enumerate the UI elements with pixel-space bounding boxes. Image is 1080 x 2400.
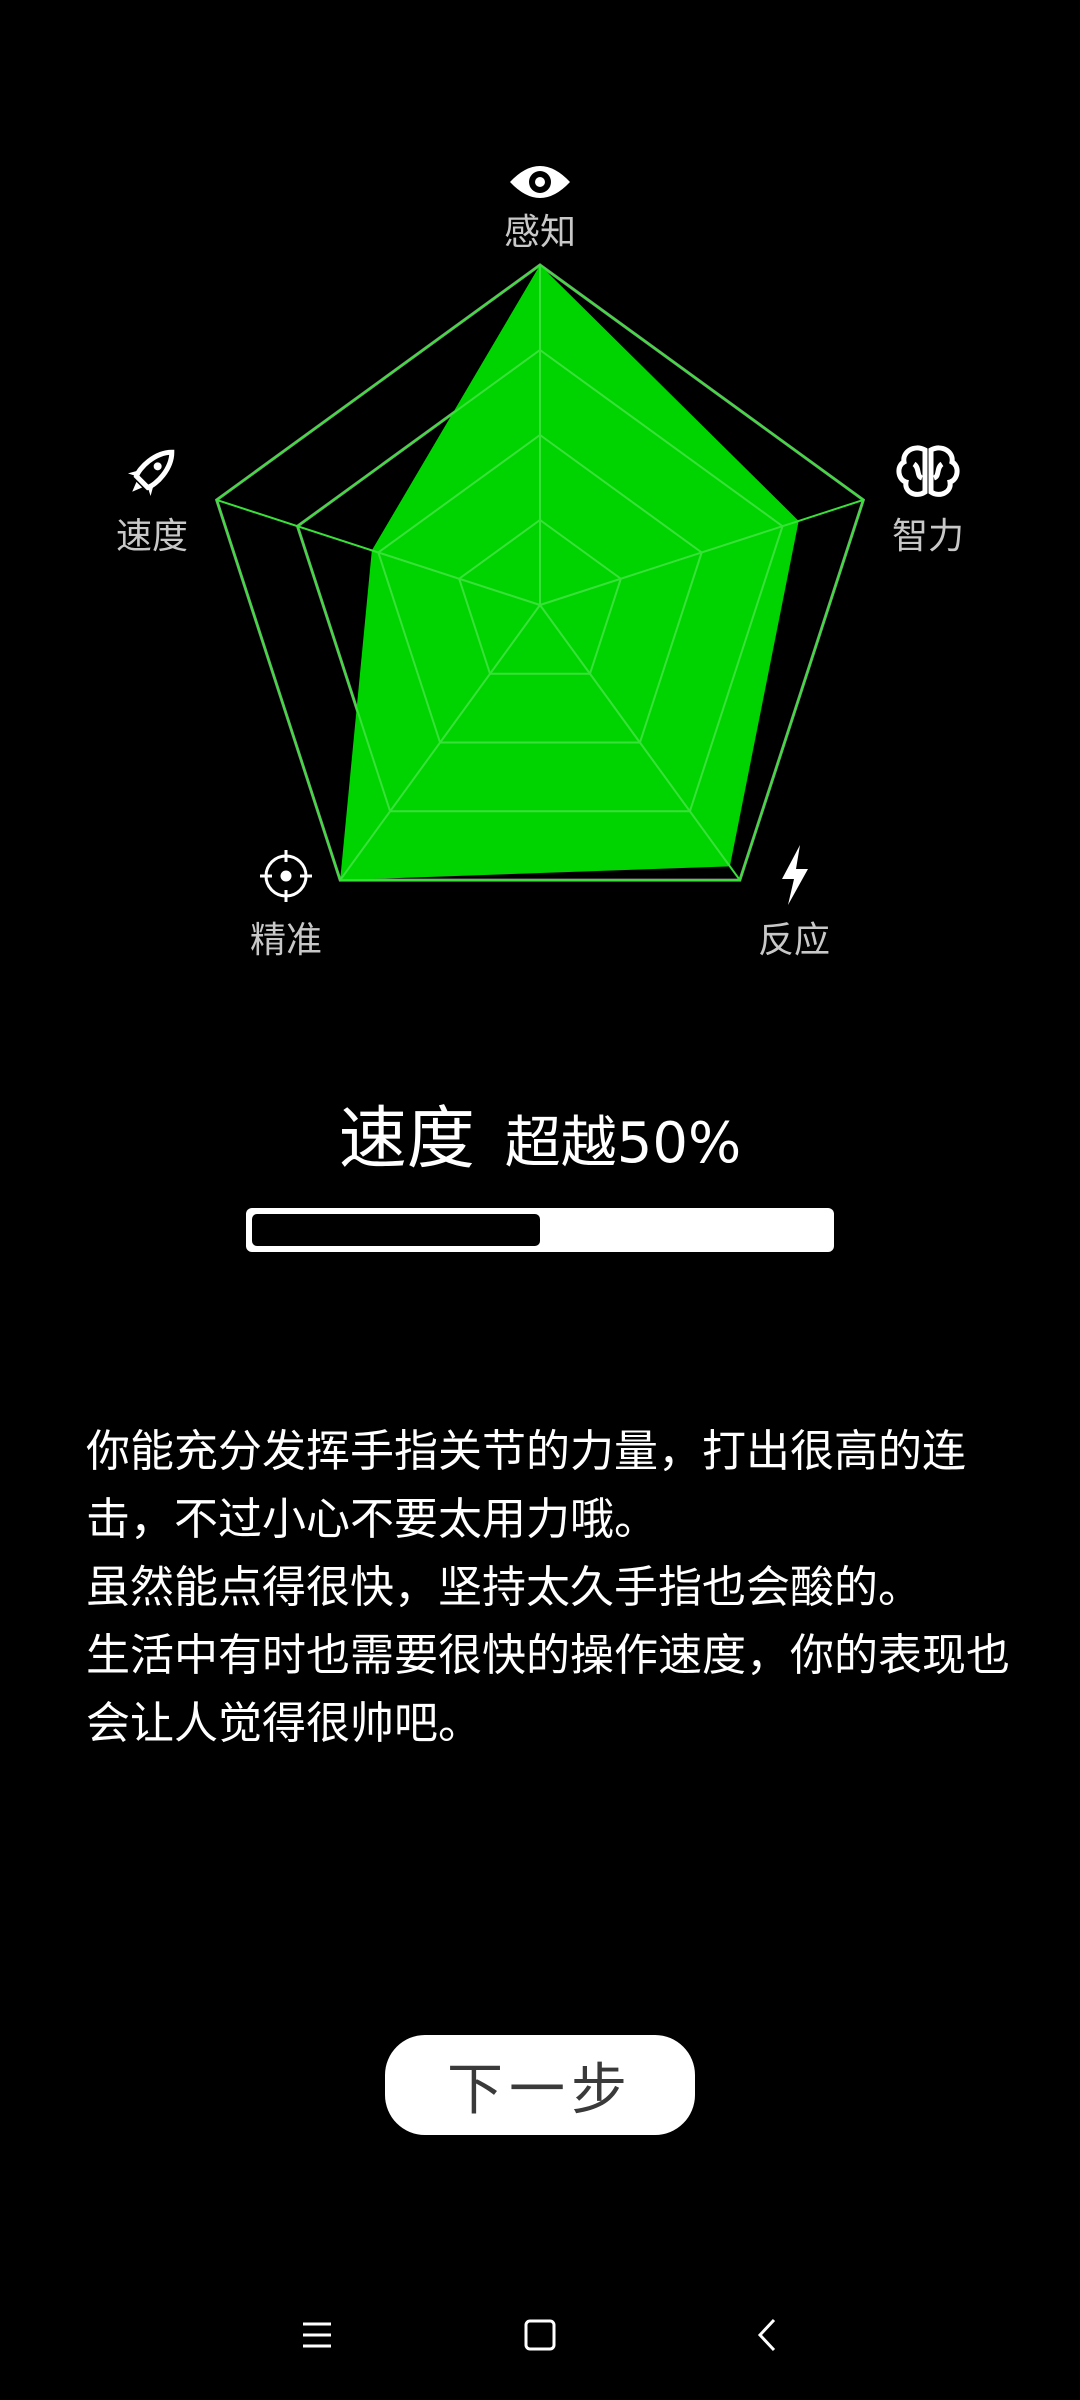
menu-icon[interactable] bbox=[287, 2305, 347, 2365]
axis-label-perception: 感知 bbox=[504, 212, 576, 253]
description-paragraph: 生活中有时也需要很快的操作速度，你的表现也会让人觉得很帅吧。 bbox=[86, 1630, 1010, 1749]
percentile-progress-bar bbox=[246, 1208, 834, 1252]
progress-fill bbox=[252, 1214, 540, 1246]
result-description: 你能充分发挥手指关节的力量，打出很高的连击，不过小心不要太用力哦。 虽然能点得很… bbox=[86, 1418, 1016, 1758]
back-chevron-icon[interactable] bbox=[738, 2305, 798, 2365]
description-paragraph: 你能充分发挥手指关节的力量，打出很高的连击，不过小心不要太用力哦。 bbox=[86, 1426, 966, 1545]
radar-data-area bbox=[340, 265, 799, 881]
radar-chart: 感知 智力 反应 精准 速度 bbox=[116, 166, 964, 961]
lightning-icon bbox=[782, 845, 808, 905]
axis-label-intelligence: 智力 bbox=[892, 516, 964, 557]
home-square-icon[interactable] bbox=[510, 2305, 570, 2365]
result-headline: 速度 超越50% bbox=[0, 1095, 1080, 1189]
screen: 感知 智力 反应 精准 速度 速度 超越50% 你能充分发挥手指关节的力量，打出很… bbox=[0, 0, 1080, 2400]
axis-label-reaction: 反应 bbox=[758, 920, 830, 961]
result-title: 速度 bbox=[338, 1100, 475, 1179]
next-step-button[interactable]: 下一步 bbox=[385, 2035, 695, 2135]
result-percentile: 超越50% bbox=[504, 1111, 742, 1176]
system-navigation-bar bbox=[0, 2280, 1080, 2390]
axis-label-precision: 精准 bbox=[250, 920, 322, 961]
rocket-icon bbox=[127, 449, 175, 497]
crosshair-icon bbox=[260, 850, 312, 902]
eye-icon bbox=[510, 166, 570, 198]
brain-icon bbox=[896, 445, 960, 497]
axis-label-speed: 速度 bbox=[116, 516, 188, 557]
description-paragraph: 虽然能点得很快，坚持太久手指也会酸的。 bbox=[86, 1562, 922, 1613]
